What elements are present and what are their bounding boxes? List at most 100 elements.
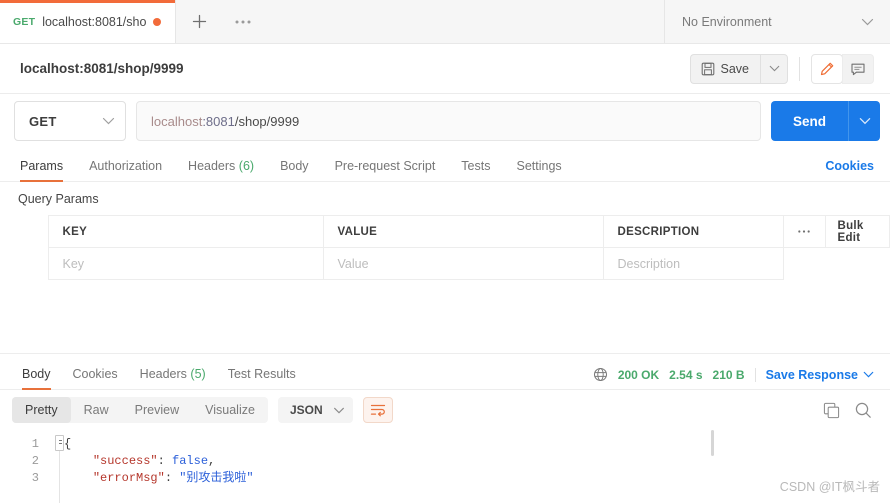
- json-value: "别攻击我啦": [179, 471, 254, 485]
- params-options-button[interactable]: [782, 215, 826, 248]
- url-bar: GET localhost:8081/shop/9999 Send: [0, 94, 890, 148]
- response-tab-cookies[interactable]: Cookies: [62, 367, 129, 389]
- save-options-button[interactable]: [760, 53, 788, 84]
- code-line-3: "errorMsg": "别攻击我啦": [64, 470, 890, 487]
- code-gutter: 1 2 3: [0, 430, 48, 503]
- row-checkbox-cell[interactable]: [0, 248, 48, 280]
- tab-label: Tests: [461, 159, 491, 173]
- request-tab-bar: GET localhost:8081/shop/9! No Environmen…: [0, 0, 890, 44]
- code-line-2: "success": false,: [64, 453, 890, 470]
- save-response-button[interactable]: Save Response: [766, 368, 874, 382]
- tab-body[interactable]: Body: [267, 159, 322, 181]
- code-scrollbar[interactable]: [711, 430, 714, 456]
- tab-label: Cookies: [72, 367, 118, 381]
- globe-icon[interactable]: [593, 367, 608, 382]
- response-tab-test-results[interactable]: Test Results: [217, 367, 307, 389]
- response-tabs: Body Cookies Headers (5) Test Results 20…: [0, 354, 890, 390]
- url-path: /shop/9999: [234, 113, 300, 129]
- tab-options-button[interactable]: [222, 0, 264, 43]
- tab-label: Body: [280, 159, 309, 173]
- method-selector[interactable]: GET: [14, 101, 126, 141]
- search-response-button[interactable]: [854, 401, 872, 419]
- code-lines[interactable]: { "success": false, "errorMsg": "别攻击我啦": [48, 430, 890, 503]
- response-size: 210 B: [712, 367, 745, 382]
- tab-params[interactable]: Params: [16, 159, 76, 182]
- save-button[interactable]: Save: [689, 53, 760, 84]
- copy-icon: [823, 402, 840, 418]
- bulk-edit-button[interactable]: Bulk Edit: [824, 215, 890, 248]
- request-header-actions: Save: [689, 53, 874, 84]
- comment-button[interactable]: [842, 53, 874, 84]
- url-input[interactable]: localhost:8081/shop/9999: [136, 101, 761, 141]
- divider: [799, 56, 800, 81]
- tab-label: Pre-request Script: [334, 159, 436, 173]
- tab-headers[interactable]: Headers (6): [175, 159, 267, 181]
- json-open-brace: {: [64, 437, 72, 451]
- tab-label: Headers: [188, 159, 236, 173]
- request-tab-title: localhost:8081/shop/9!: [42, 14, 147, 29]
- response-body-toolbar: Pretty Raw Preview Visualize JSON: [0, 390, 890, 430]
- row-value-input[interactable]: Value: [322, 247, 604, 280]
- tab-count: (5): [190, 367, 206, 381]
- tab-label: Settings: [516, 159, 562, 173]
- new-tab-button[interactable]: [176, 0, 222, 43]
- tab-label: Test Results: [227, 367, 296, 381]
- view-preview[interactable]: Preview: [122, 397, 192, 423]
- wrap-text-icon: [370, 404, 385, 417]
- response-status: 200 OK: [617, 367, 660, 382]
- table-row[interactable]: Key Value Description: [0, 247, 890, 280]
- response-meta: 200 OK 2.54 s 210 B Save Response: [593, 367, 874, 389]
- tab-settings[interactable]: Settings: [503, 159, 574, 181]
- response-format-selector[interactable]: JSON: [277, 397, 353, 423]
- code-indent-guide: [59, 451, 60, 503]
- tab-authorization[interactable]: Authorization: [76, 159, 175, 181]
- comment-icon: [851, 63, 865, 75]
- url-port: :8081: [202, 113, 235, 129]
- header-description: DESCRIPTION: [602, 215, 784, 248]
- request-name: localhost:8081/shop/9999: [20, 61, 184, 76]
- request-tab-method: GET: [13, 15, 36, 28]
- send-button[interactable]: Send: [770, 101, 848, 141]
- view-visualize[interactable]: Visualize: [192, 397, 268, 423]
- tab-label: Authorization: [89, 159, 163, 173]
- tab-count: (6): [238, 159, 255, 173]
- response-tab-headers[interactable]: Headers (5): [129, 367, 217, 389]
- json-key: "success": [92, 454, 158, 468]
- view-raw[interactable]: Raw: [71, 397, 122, 423]
- edit-request-button[interactable]: [811, 53, 843, 84]
- code-fold-button[interactable]: [55, 435, 64, 451]
- tab-tests[interactable]: Tests: [448, 159, 503, 181]
- row-key-input[interactable]: Key: [47, 247, 324, 280]
- environment-selector[interactable]: No Environment: [665, 0, 890, 43]
- response-tab-body[interactable]: Body: [12, 367, 62, 390]
- save-response-label: Save Response: [765, 367, 858, 382]
- response-body-code[interactable]: 1 2 3 { "success": false, "errorMsg": "别…: [0, 430, 890, 503]
- request-tab-active[interactable]: GET localhost:8081/shop/9!: [0, 0, 177, 43]
- chevron-down-icon: [769, 65, 779, 72]
- send-options-button[interactable]: [848, 101, 880, 141]
- query-params-table: KEY VALUE DESCRIPTION Bulk Edit Key Valu…: [0, 215, 890, 280]
- copy-response-button[interactable]: [823, 402, 840, 419]
- url-host: localhost: [151, 113, 203, 129]
- row-options-cell: [783, 248, 825, 280]
- json-comma: ,: [208, 454, 216, 468]
- request-header-bar: localhost:8081/shop/9999 Save: [0, 44, 890, 94]
- tab-pre-request-script[interactable]: Pre-request Script: [322, 159, 449, 181]
- ellipsis-icon: [798, 230, 810, 233]
- save-label: Save: [720, 61, 750, 76]
- json-value: false: [172, 454, 209, 468]
- chevron-down-icon: [102, 117, 115, 125]
- row-description-input[interactable]: Description: [602, 247, 784, 280]
- view-pretty[interactable]: Pretty: [12, 397, 71, 423]
- line-number: 3: [31, 471, 39, 485]
- response-view-switcher: Pretty Raw Preview Visualize: [12, 397, 268, 423]
- divider: [754, 367, 756, 382]
- chevron-down-icon: [333, 407, 344, 413]
- send-group: Send: [770, 101, 880, 141]
- header-value: VALUE: [322, 215, 604, 248]
- wrap-lines-button[interactable]: [362, 397, 393, 423]
- row-spacer-cell: [825, 248, 890, 280]
- line-number: 2: [31, 454, 39, 468]
- ellipsis-icon: [235, 20, 251, 23]
- cookies-link[interactable]: Cookies: [825, 159, 874, 181]
